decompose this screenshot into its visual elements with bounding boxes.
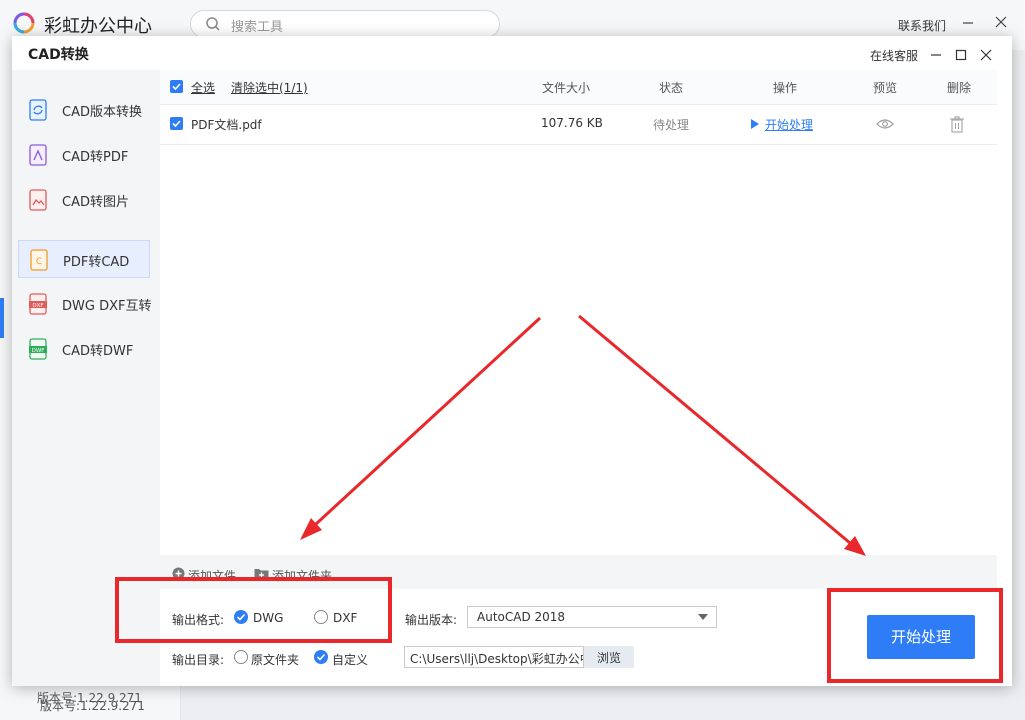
play-icon <box>751 119 759 129</box>
search-placeholder: 搜索工具 <box>231 20 284 35</box>
nav-label: CAD转图片 <box>62 195 129 210</box>
row-checkbox[interactable] <box>170 117 183 130</box>
select-all-checkbox[interactable] <box>170 80 183 93</box>
output-version-label: 输出版本: <box>405 613 458 627</box>
nav-item-pdf-to-cad[interactable]: C PDF转CAD <box>18 240 150 278</box>
select-all-label[interactable]: 全选 <box>191 79 215 96</box>
column-action: 操作 <box>773 81 798 95</box>
dir-original-label: 原文件夹 <box>251 653 300 667</box>
nav-label: CAD转DWF <box>62 344 134 359</box>
output-path-input[interactable]: C:\Users\llj\Desktop\彩虹办公中心 <box>404 646 584 668</box>
nav-item-cad-to-image[interactable]: CAD转图片 <box>18 181 150 219</box>
eye-icon[interactable] <box>876 117 894 131</box>
dxf-doc-icon: DXF <box>29 293 47 315</box>
online-service-link[interactable]: 在线客服 <box>870 47 918 64</box>
table-row: PDF文档.pdf 107.76 KB 待处理 开始处理 <box>160 104 997 145</box>
dialog-version: 版本号:1.22.9.271 <box>37 691 142 705</box>
tool-search-input[interactable]: 搜索工具 <box>190 10 500 38</box>
nav-label: CAD转PDF <box>62 150 129 165</box>
dir-original-radio[interactable] <box>234 650 248 664</box>
dwf-doc-icon: DWF <box>29 338 47 360</box>
svg-text:DXF: DXF <box>32 303 43 309</box>
annotation-box-start <box>827 588 1003 683</box>
svg-text:C: C <box>36 257 42 267</box>
dir-custom-radio[interactable] <box>314 650 328 664</box>
nav-label: CAD版本转换 <box>62 105 142 120</box>
file-list: 全选 清除选中(1/1) 文件大小 状态 操作 预览 删除 PDF文档.pdf … <box>160 70 997 590</box>
nav-label: DWG DXF互转 <box>62 299 152 314</box>
file-size: 107.76 KB <box>541 116 603 130</box>
browse-button[interactable]: 浏览 <box>584 646 634 668</box>
output-dir-label: 输出目录: <box>172 653 225 667</box>
pdf-doc-icon <box>29 144 47 166</box>
maximize-icon[interactable] <box>954 48 968 62</box>
column-delete: 删除 <box>947 81 972 95</box>
svg-text:DWF: DWF <box>32 348 45 354</box>
trash-icon[interactable] <box>949 115 965 133</box>
column-preview: 预览 <box>873 81 898 95</box>
minimize-icon[interactable] <box>929 48 943 62</box>
close-icon[interactable] <box>979 48 993 62</box>
file-list-header: 全选 清除选中(1/1) 文件大小 状态 操作 预览 删除 <box>160 70 997 105</box>
column-size: 文件大小 <box>542 81 591 95</box>
browse-label: 浏览 <box>597 651 622 665</box>
nav-label: PDF转CAD <box>63 255 130 270</box>
close-icon[interactable] <box>993 14 1009 30</box>
sidebar-active-indicator <box>0 298 4 338</box>
cad-doc-icon: C <box>30 249 48 271</box>
app-title: 彩虹办公中心 <box>44 16 152 37</box>
dir-custom-label: 自定义 <box>332 653 369 667</box>
nav-item-dwg-dxf[interactable]: DXF DWG DXF互转 <box>18 285 152 323</box>
version-select-value: AutoCAD 2018 <box>477 610 566 624</box>
nav-item-cad-to-pdf[interactable]: CAD转PDF <box>18 136 150 174</box>
output-path-value: C:\Users\llj\Desktop\彩虹办公中心 <box>410 652 583 666</box>
dialog-title: CAD转换 <box>28 47 89 63</box>
contact-us-link[interactable]: 联系我们 <box>898 17 946 34</box>
start-row-link[interactable]: 开始处理 <box>765 116 813 133</box>
nav-item-cad-version[interactable]: CAD版本转换 <box>18 91 150 129</box>
minimize-icon[interactable] <box>960 14 976 30</box>
nav-item-cad-to-dwf[interactable]: DWF CAD转DWF <box>18 330 150 368</box>
app-logo-icon <box>13 12 35 34</box>
image-doc-icon <box>29 189 47 211</box>
column-status: 状态 <box>659 81 684 95</box>
search-icon <box>206 17 220 31</box>
refresh-doc-icon <box>29 99 47 121</box>
version-select[interactable]: AutoCAD 2018 <box>467 606 717 628</box>
clear-selection-link[interactable]: 清除选中(1/1) <box>231 79 308 96</box>
chevron-down-icon <box>698 614 708 620</box>
file-status: 待处理 <box>653 118 690 132</box>
file-name: PDF文档.pdf <box>191 118 262 132</box>
annotation-box-format <box>115 577 392 643</box>
